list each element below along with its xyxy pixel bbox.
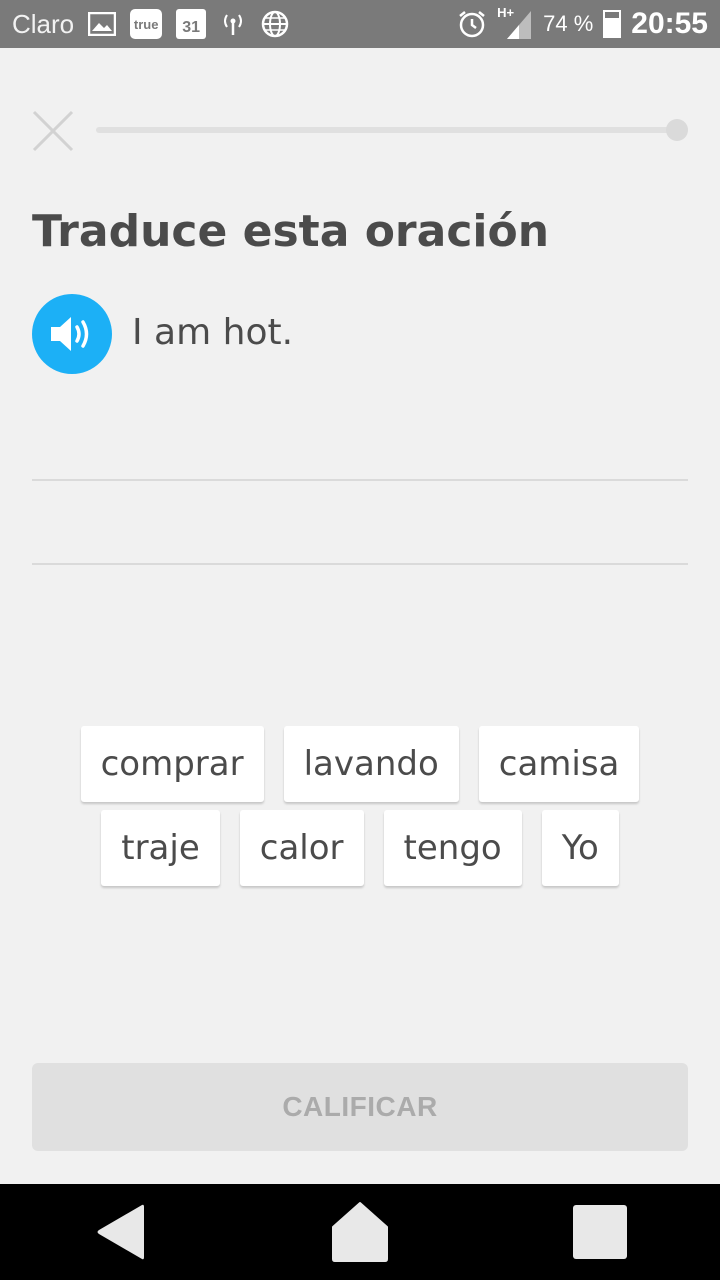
- progress-end-dot: [666, 119, 688, 141]
- recents-button[interactable]: [560, 1192, 640, 1272]
- true-app-icon: true: [130, 9, 163, 39]
- battery-percentage: 74 %: [543, 11, 594, 36]
- close-button[interactable]: [30, 108, 76, 154]
- signal-icon: H+: [497, 5, 533, 41]
- carrier-name: Claro: [12, 8, 75, 39]
- exercise-title: Traduce esta oración: [32, 206, 550, 257]
- answer-line: [32, 563, 688, 565]
- answer-line: [32, 479, 688, 481]
- back-icon: [97, 1204, 144, 1260]
- prompt-sentence: I am hot.: [132, 312, 294, 353]
- recents-icon: [573, 1205, 627, 1259]
- word-bank: comprar lavando camisa traje calor tengo…: [0, 726, 720, 894]
- calendar-icon: 31: [176, 9, 207, 39]
- hotspot-icon: [220, 11, 246, 37]
- play-audio-button[interactable]: [32, 294, 112, 374]
- word-tile-comprar[interactable]: comprar: [80, 726, 264, 802]
- network-type-label: H+: [497, 5, 515, 20]
- back-button[interactable]: [80, 1192, 160, 1272]
- word-bank-row: comprar lavando camisa: [0, 726, 720, 802]
- check-button[interactable]: CALIFICAR: [32, 1063, 688, 1151]
- word-tile-traje[interactable]: traje: [101, 810, 220, 886]
- battery-icon: [603, 10, 622, 38]
- word-tile-calor[interactable]: calor: [239, 810, 364, 886]
- globe-icon: [260, 9, 290, 39]
- home-icon: [332, 1202, 388, 1262]
- word-bank-row: traje calor tengo Yo: [0, 810, 720, 886]
- image-notification-icon: [88, 12, 117, 36]
- navigation-bar: [0, 1184, 720, 1280]
- home-button[interactable]: [320, 1192, 400, 1272]
- close-icon: [32, 110, 74, 152]
- word-tile-lavando[interactable]: lavando: [283, 726, 459, 802]
- word-tile-yo[interactable]: Yo: [541, 810, 619, 886]
- word-tile-tengo[interactable]: tengo: [383, 810, 522, 886]
- alarm-icon: [457, 9, 487, 39]
- word-tile-camisa[interactable]: camisa: [478, 726, 640, 802]
- speaker-icon: [51, 317, 89, 351]
- status-bar: Claro true 31 H+ 74 % 20:55: [0, 0, 720, 48]
- lesson-progress-bar: [96, 127, 680, 133]
- clock: 20:55: [631, 7, 708, 40]
